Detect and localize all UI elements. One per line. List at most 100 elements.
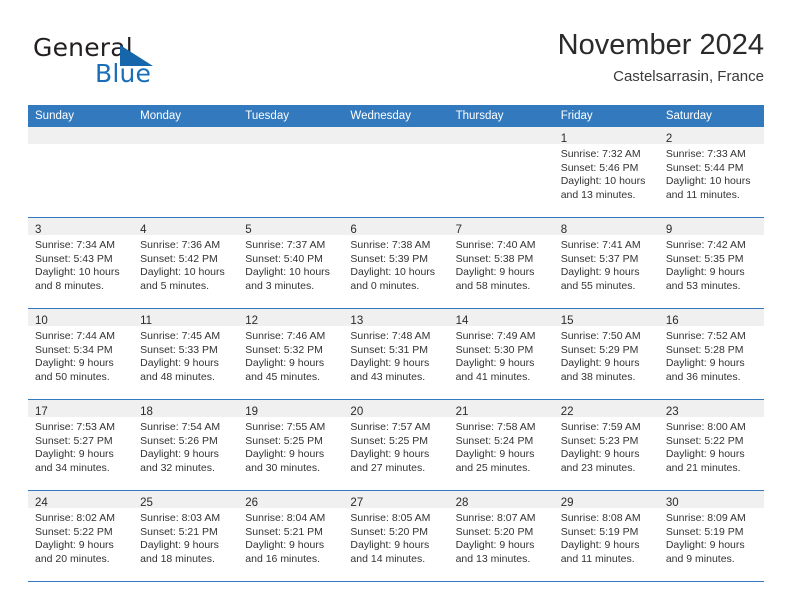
daylight-text: Daylight: 9 hours and 21 minutes.: [665, 448, 745, 474]
calendar-day-cell[interactable]: 16 Sunrise: 7:52 AM Sunset: 5:28 PM Dayligh…: [658, 308, 764, 400]
day-number-band: 11: [133, 309, 239, 327]
sunrise-text: Sunrise: 7:50 AM: [560, 330, 641, 342]
day-number-band: 4: [133, 218, 239, 236]
day-number-band: [133, 127, 239, 144]
calendar-day-cell[interactable]: 25 Sunrise: 8:03 AM Sunset: 5:21 PM Dayligh…: [133, 490, 239, 582]
day-number: 21: [455, 406, 469, 418]
day-number: 14: [455, 315, 469, 327]
sunset-text: Sunset: 5:20 PM: [455, 525, 534, 538]
calendar-day-cell[interactable]: 21 Sunrise: 7:58 AM Sunset: 5:24 PM Dayligh…: [448, 399, 554, 491]
day-number-band: 12: [238, 309, 344, 327]
day-number: 15: [560, 315, 574, 327]
calendar-day-cell[interactable]: 19 Sunrise: 7:55 AM Sunset: 5:25 PM Dayligh…: [238, 399, 344, 491]
day-number: 16: [665, 315, 679, 327]
calendar-day-cell[interactable]: 10 Sunrise: 7:44 AM Sunset: 5:34 PM Dayligh…: [28, 308, 134, 400]
sunset-text: Sunset: 5:27 PM: [35, 434, 113, 447]
daylight-text: Daylight: 10 hours and 3 minutes.: [245, 266, 330, 292]
sunset-text: Sunset: 5:26 PM: [140, 434, 218, 447]
sunrise-text: Sunrise: 8:00 AM: [665, 421, 746, 433]
daylight-text: Daylight: 10 hours and 0 minutes.: [350, 266, 436, 292]
day-cell-body: Sunrise: 7:38 AM Sunset: 5:39 PM Daylight:…: [343, 235, 448, 293]
sunrise-text: Sunrise: 7:45 AM: [140, 330, 221, 342]
sunset-text: Sunset: 5:30 PM: [455, 343, 534, 356]
calendar-week-row: 17 Sunrise: 7:53 AM Sunset: 5:27 PM Dayligh…: [28, 399, 764, 491]
sunrise-text: Sunrise: 7:34 AM: [35, 239, 115, 251]
calendar-day-cell[interactable]: 1 Sunrise: 7:32 AM Sunset: 5:46 PM Daylight…: [553, 127, 659, 218]
calendar-day-cell[interactable]: 12 Sunrise: 7:46 AM Sunset: 5:32 PM Dayligh…: [238, 308, 344, 400]
calendar-week-row: 1 Sunrise: 7:32 AM Sunset: 5:46 PM Daylight…: [28, 127, 764, 218]
day-number: 12: [245, 315, 259, 327]
general-blue-logo[interactable]: General Blue: [33, 33, 243, 95]
calendar-day-cell[interactable]: 28 Sunrise: 8:07 AM Sunset: 5:20 PM Dayligh…: [448, 490, 554, 582]
daylight-text: Daylight: 9 hours and 13 minutes.: [455, 539, 535, 565]
day-cell-body: Sunrise: 7:54 AM Sunset: 5:26 PM Daylight:…: [133, 417, 238, 475]
calendar-day-cell[interactable]: 7 Sunrise: 7:40 AM Sunset: 5:38 PM Daylight…: [448, 217, 554, 309]
day-number-band: 25: [133, 491, 239, 509]
calendar-day-cell[interactable]: 24 Sunrise: 8:02 AM Sunset: 5:22 PM Dayligh…: [28, 490, 134, 582]
calendar-day-cell[interactable]: 2 Sunrise: 7:33 AM Sunset: 5:44 PM Daylight…: [658, 127, 764, 218]
day-number: 30: [665, 497, 679, 509]
day-number: 9: [665, 224, 673, 236]
daylight-text: Daylight: 9 hours and 58 minutes.: [455, 266, 535, 292]
day-cell-body: Sunrise: 7:59 AM Sunset: 5:23 PM Daylight:…: [554, 417, 659, 475]
day-number: 2: [665, 133, 673, 145]
calendar-day-cell[interactable]: 17 Sunrise: 7:53 AM Sunset: 5:27 PM Dayligh…: [28, 399, 134, 491]
day-number-band: 24: [28, 491, 134, 509]
sunrise-text: Sunrise: 7:52 AM: [665, 330, 746, 342]
day-cell-body: Sunrise: 7:36 AM Sunset: 5:42 PM Daylight:…: [133, 235, 238, 293]
calendar-day-cell[interactable]: 29 Sunrise: 8:08 AM Sunset: 5:19 PM Dayligh…: [553, 490, 659, 582]
calendar-day-cell[interactable]: 26 Sunrise: 8:04 AM Sunset: 5:21 PM Dayligh…: [238, 490, 344, 582]
day-cell-body: Sunrise: 7:42 AM Sunset: 5:35 PM Daylight:…: [659, 235, 764, 293]
calendar-day-cell[interactable]: 5 Sunrise: 7:37 AM Sunset: 5:40 PM Daylight…: [238, 217, 344, 309]
sunset-text: Sunset: 5:37 PM: [560, 252, 639, 265]
day-number: 11: [140, 315, 153, 327]
calendar-day-cell[interactable]: 6 Sunrise: 7:38 AM Sunset: 5:39 PM Daylight…: [343, 217, 449, 309]
daylight-text: Daylight: 9 hours and 27 minutes.: [350, 448, 430, 474]
day-cell-body: Sunrise: 7:45 AM Sunset: 5:33 PM Daylight:…: [133, 326, 238, 384]
daylight-text: Daylight: 9 hours and 23 minutes.: [560, 448, 640, 474]
sunrise-text: Sunrise: 7:54 AM: [140, 421, 221, 433]
calendar-day-cell[interactable]: 3 Sunrise: 7:34 AM Sunset: 5:43 PM Daylight…: [28, 217, 134, 309]
day-cell-body: Sunrise: 7:34 AM Sunset: 5:43 PM Daylight:…: [28, 235, 133, 293]
sunset-text: Sunset: 5:33 PM: [140, 343, 218, 356]
calendar-day-cell[interactable]: 15 Sunrise: 7:50 AM Sunset: 5:29 PM Dayligh…: [553, 308, 659, 400]
calendar-day-cell[interactable]: 23 Sunrise: 8:00 AM Sunset: 5:22 PM Dayligh…: [658, 399, 764, 491]
calendar-empty-cell: [133, 127, 239, 218]
sunset-text: Sunset: 5:40 PM: [245, 252, 323, 265]
sunset-text: Sunset: 5:35 PM: [665, 252, 744, 265]
calendar-day-cell[interactable]: 22 Sunrise: 7:59 AM Sunset: 5:23 PM Dayligh…: [553, 399, 659, 491]
sunrise-text: Sunrise: 8:09 AM: [665, 512, 746, 524]
sunset-text: Sunset: 5:46 PM: [560, 161, 639, 174]
day-header-sunday: Sunday: [28, 105, 134, 127]
day-number: 4: [140, 224, 147, 236]
day-number-band: 1: [553, 127, 659, 145]
calendar-day-cell[interactable]: 27 Sunrise: 8:05 AM Sunset: 5:20 PM Dayligh…: [343, 490, 449, 582]
day-cell-body: Sunrise: 7:49 AM Sunset: 5:30 PM Daylight:…: [449, 326, 554, 384]
daylight-text: Daylight: 9 hours and 25 minutes.: [455, 448, 535, 474]
day-number-band: [238, 127, 344, 144]
day-cell-body: Sunrise: 8:04 AM Sunset: 5:21 PM Daylight:…: [238, 508, 343, 566]
day-number-band: [448, 127, 554, 144]
day-number-band: 21: [448, 400, 554, 418]
calendar-day-cell[interactable]: 4 Sunrise: 7:36 AM Sunset: 5:42 PM Daylight…: [133, 217, 239, 309]
calendar-day-cell[interactable]: 8 Sunrise: 7:41 AM Sunset: 5:37 PM Daylight…: [553, 217, 659, 309]
day-number: 3: [35, 224, 42, 236]
day-number: 6: [350, 224, 357, 236]
sunset-text: Sunset: 5:25 PM: [245, 434, 323, 447]
sunrise-text: Sunrise: 7:41 AM: [560, 239, 641, 251]
sunset-text: Sunset: 5:21 PM: [140, 525, 218, 538]
day-number: 10: [35, 315, 48, 327]
daylight-text: Daylight: 9 hours and 38 minutes.: [560, 357, 640, 383]
calendar-day-cell[interactable]: 20 Sunrise: 7:57 AM Sunset: 5:25 PM Dayligh…: [343, 399, 449, 491]
calendar-day-cell[interactable]: 18 Sunrise: 7:54 AM Sunset: 5:26 PM Dayligh…: [133, 399, 239, 491]
calendar-day-cell[interactable]: 11 Sunrise: 7:45 AM Sunset: 5:33 PM Dayligh…: [133, 308, 239, 400]
sunset-text: Sunset: 5:20 PM: [350, 525, 429, 538]
calendar-day-cell[interactable]: 9 Sunrise: 7:42 AM Sunset: 5:35 PM Daylight…: [658, 217, 764, 309]
day-cell-body: Sunrise: 7:55 AM Sunset: 5:25 PM Daylight:…: [238, 417, 343, 475]
day-number-band: 28: [448, 491, 554, 509]
sunrise-text: Sunrise: 7:36 AM: [140, 239, 221, 251]
calendar-day-cell[interactable]: 14 Sunrise: 7:49 AM Sunset: 5:30 PM Dayligh…: [448, 308, 554, 400]
calendar-day-cell[interactable]: 30 Sunrise: 8:09 AM Sunset: 5:19 PM Dayligh…: [658, 490, 764, 582]
calendar-day-cell[interactable]: 13 Sunrise: 7:48 AM Sunset: 5:31 PM Dayligh…: [343, 308, 449, 400]
page-title: November 2024: [557, 29, 764, 61]
